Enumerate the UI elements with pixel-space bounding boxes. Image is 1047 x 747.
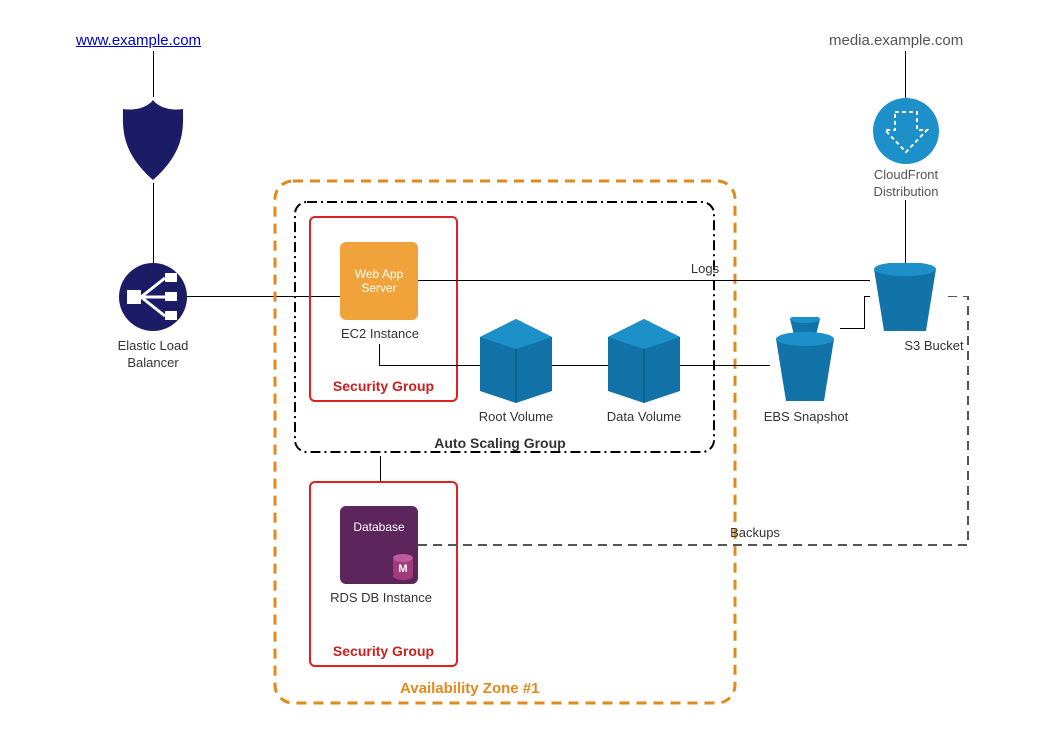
logs-label: Logs [680,261,730,278]
rds-inner-label: Database [353,520,404,534]
connector [380,456,381,481]
elb-icon [119,263,187,336]
security-group-db-label: Security Group [311,643,456,659]
connector [153,51,154,97]
connector [418,280,870,281]
route53-icon [118,97,188,188]
ec2-icon: Web App Server [340,242,418,320]
connector [379,344,380,365]
main-url-link[interactable]: www.example.com [76,32,201,49]
ec2-inner-label: Web App Server [340,267,418,295]
connector [153,183,154,263]
az-label: Availability Zone #1 [400,680,540,697]
media-url-text: media.example.com [829,32,963,49]
svg-text:M: M [398,563,407,575]
backups-label: Backups [720,525,790,542]
connector [905,200,906,263]
cloudfront-icon [873,98,939,169]
ec2-caption: EC2 Instance [330,326,430,343]
rds-icon: Database M [340,506,418,584]
rds-caption: RDS DB Instance [318,590,444,607]
elb-label: Elastic Load Balancer [110,338,196,372]
connector [905,51,906,98]
backups-connector [418,296,988,556]
cloudfront-label: CloudFront Distribution [866,167,946,201]
